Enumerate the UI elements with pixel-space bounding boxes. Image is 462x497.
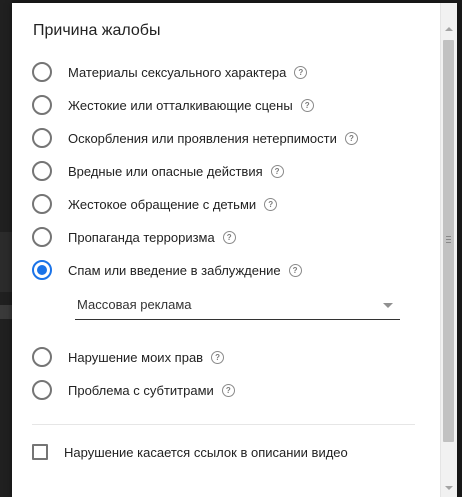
help-icon[interactable]: ? — [264, 197, 278, 211]
option-sexual-content[interactable]: Материалы сексуального характера ? — [32, 61, 308, 83]
radio-button[interactable] — [32, 95, 52, 115]
help-icon[interactable]: ? — [211, 350, 225, 364]
option-captions-issue[interactable]: Проблема с субтитрами ? — [32, 379, 235, 401]
option-label: Жестокое обращение с детьми — [68, 196, 257, 212]
help-icon[interactable]: ? — [344, 131, 358, 145]
backdrop-shade — [0, 232, 12, 292]
help-icon[interactable]: ? — [221, 383, 235, 397]
option-child-abuse[interactable]: Жестокое обращение с детьми ? — [32, 193, 278, 215]
help-icon[interactable]: ? — [294, 65, 308, 79]
help-icon[interactable]: ? — [270, 164, 284, 178]
vertical-scrollbar[interactable] — [440, 3, 457, 497]
help-icon[interactable]: ? — [300, 98, 314, 112]
links-in-description-checkbox-row[interactable]: Нарушение касается ссылок в описании вид… — [32, 442, 348, 462]
option-label: Спам или введение в заблуждение — [68, 262, 281, 278]
report-dialog: Причина жалобы Материалы сексуального ха… — [12, 3, 457, 497]
radio-button-selected[interactable] — [32, 260, 52, 280]
links-in-description-checkbox[interactable] — [32, 444, 48, 460]
option-label: Жестокие или отталкивающие сцены — [68, 97, 293, 113]
grip-line — [446, 236, 451, 237]
checkbox-label: Нарушение касается ссылок в описании вид… — [64, 444, 348, 460]
option-hateful-content[interactable]: Оскорбления или проявления нетерпимости … — [32, 127, 358, 149]
radio-button[interactable] — [32, 380, 52, 400]
radio-button[interactable] — [32, 347, 52, 367]
option-label: Вредные или опасные действия — [68, 163, 263, 179]
chevron-down-icon — [383, 303, 393, 308]
option-label: Нарушение моих прав — [68, 349, 204, 365]
page-backdrop-left — [0, 0, 12, 497]
option-label: Проблема с субтитрами — [68, 382, 214, 398]
scroll-down-arrow-icon[interactable] — [445, 486, 453, 490]
divider — [32, 424, 415, 425]
option-terrorism[interactable]: Пропаганда терроризма ? — [32, 226, 236, 248]
radio-button[interactable] — [32, 128, 52, 148]
scrollbar-thumb[interactable] — [443, 40, 454, 442]
option-label: Оскорбления или проявления нетерпимости — [68, 130, 337, 146]
option-violent-content[interactable]: Жестокие или отталкивающие сцены ? — [32, 94, 314, 116]
option-harmful-acts[interactable]: Вредные или опасные действия ? — [32, 160, 284, 182]
option-label: Материалы сексуального характера — [68, 64, 287, 80]
radio-button[interactable] — [32, 62, 52, 82]
radio-button[interactable] — [32, 161, 52, 181]
radio-button[interactable] — [32, 194, 52, 214]
page-backdrop-right — [457, 0, 462, 497]
help-icon[interactable]: ? — [222, 230, 236, 244]
option-label: Пропаганда терроризма — [68, 229, 215, 245]
dialog-title: Причина жалобы — [33, 22, 161, 39]
grip-line — [446, 242, 451, 243]
option-rights-violation[interactable]: Нарушение моих прав ? — [32, 346, 225, 368]
dialog-content: Причина жалобы Материалы сексуального ха… — [12, 3, 440, 497]
subreason-select[interactable]: Массовая реклама — [75, 293, 400, 320]
grip-line — [446, 239, 451, 240]
subreason-selected-value: Массовая реклама — [77, 297, 192, 312]
radio-button[interactable] — [32, 227, 52, 247]
backdrop-shade — [0, 305, 12, 319]
option-spam[interactable]: Спам или введение в заблуждение ? — [32, 259, 302, 281]
scroll-up-arrow-icon[interactable] — [445, 27, 453, 31]
help-icon[interactable]: ? — [288, 263, 302, 277]
